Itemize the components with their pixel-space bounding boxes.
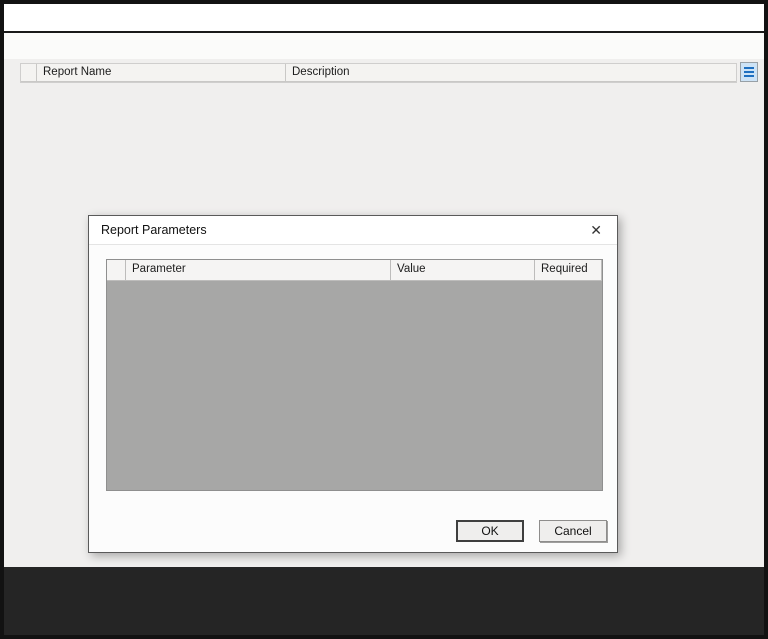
dialog-title-bar[interactable]: Report Parameters ✕ [89, 216, 617, 245]
hamburger-icon [744, 67, 754, 69]
menu-bar [4, 4, 764, 33]
dialog-title: Report Parameters [101, 223, 587, 237]
column-header-value[interactable]: Value [391, 260, 535, 280]
cancel-button[interactable]: Cancel [539, 520, 607, 542]
ok-button[interactable]: OK [456, 520, 524, 542]
column-menu-button[interactable] [740, 62, 758, 82]
parameter-grid-header: Parameter Value Required [107, 260, 602, 281]
window-body: Report Name Description Report Parameter… [4, 4, 764, 635]
column-header-report-name[interactable]: Report Name [37, 64, 286, 81]
reports-window: Report Name Description Report Parameter… [0, 0, 768, 639]
row-selector-header-cell [107, 260, 126, 280]
function-key-bar [4, 567, 764, 635]
report-table: Report Name Description [20, 63, 737, 83]
column-header-parameter[interactable]: Parameter [126, 260, 391, 280]
parameter-grid: Parameter Value Required [106, 259, 603, 491]
report-table-header: Report Name Description [21, 64, 736, 82]
row-selector-header-cell [21, 64, 37, 81]
close-icon[interactable]: ✕ [587, 223, 605, 237]
tab-strip [4, 33, 764, 59]
column-header-description[interactable]: Description [286, 64, 736, 81]
report-parameters-dialog: Report Parameters ✕ Parameter Value Requ… [88, 215, 618, 553]
column-header-required[interactable]: Required [535, 260, 602, 280]
